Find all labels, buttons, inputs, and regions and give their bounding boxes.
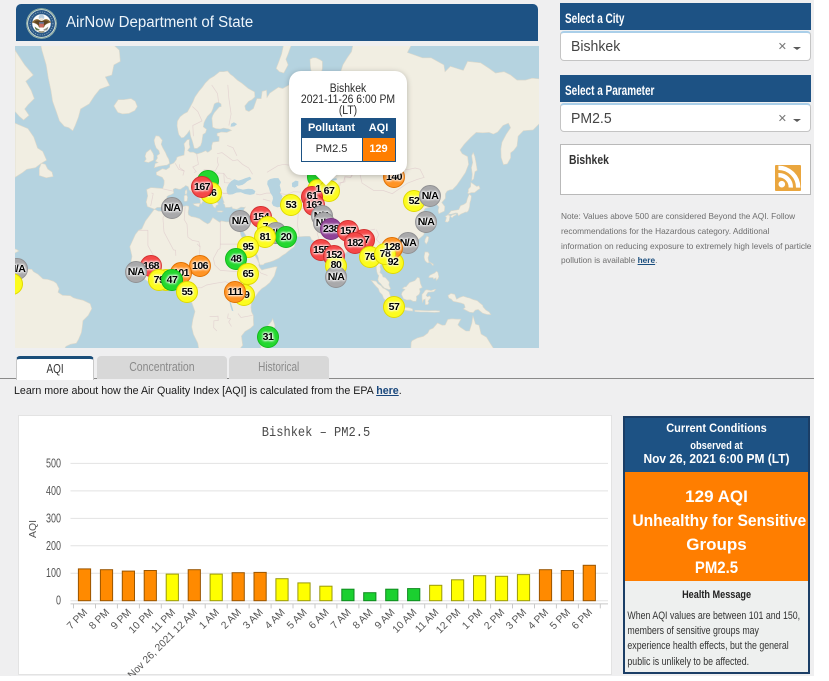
svg-text:10 PM: 10 PM	[127, 607, 156, 636]
svg-text:400: 400	[46, 484, 61, 498]
svg-text:0: 0	[56, 594, 61, 608]
svg-text:3 AM: 3 AM	[241, 607, 265, 631]
svg-text:8 PM: 8 PM	[87, 607, 112, 632]
svg-text:300: 300	[46, 511, 61, 525]
svg-text:7 AM: 7 AM	[329, 607, 353, 631]
svg-text:6 AM: 6 AM	[307, 607, 331, 631]
svg-text:200: 200	[46, 539, 61, 553]
svg-text:6 PM: 6 PM	[570, 607, 595, 632]
svg-text:500: 500	[46, 456, 61, 470]
svg-text:1 PM: 1 PM	[460, 607, 485, 632]
svg-text:5 AM: 5 AM	[285, 607, 309, 631]
svg-text:1 AM: 1 AM	[197, 607, 221, 631]
svg-text:2 PM: 2 PM	[482, 607, 507, 632]
svg-text:4 AM: 4 AM	[263, 607, 287, 631]
svg-text:12 PM: 12 PM	[434, 607, 463, 636]
svg-text:100: 100	[46, 566, 61, 580]
svg-text:8 AM: 8 AM	[351, 607, 375, 631]
svg-text:10 AM: 10 AM	[391, 607, 419, 635]
svg-text:5 PM: 5 PM	[548, 607, 573, 632]
svg-text:AQI: AQI	[27, 520, 39, 538]
svg-text:7 PM: 7 PM	[65, 607, 90, 632]
svg-text:3 PM: 3 PM	[504, 607, 529, 632]
svg-text:4 PM: 4 PM	[526, 607, 551, 632]
svg-text:2 AM: 2 AM	[219, 607, 243, 631]
